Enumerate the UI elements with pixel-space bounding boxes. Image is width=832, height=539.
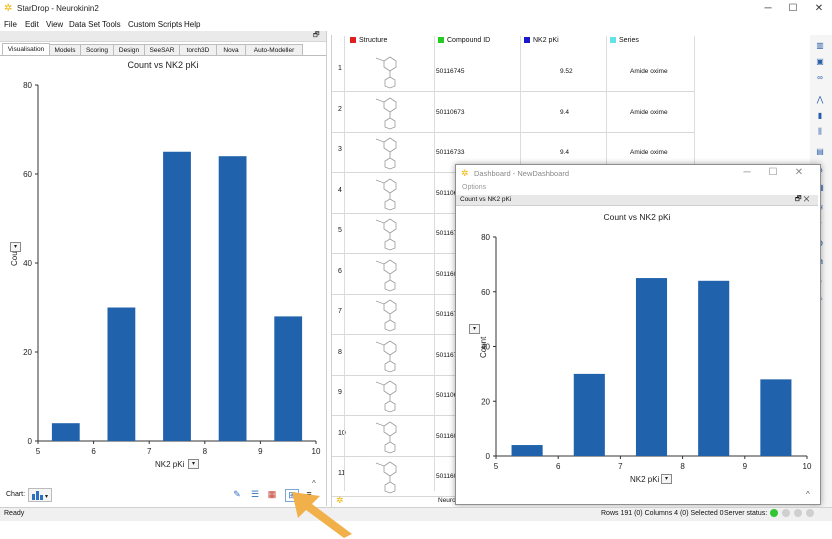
dashboard-bar[interactable] [511,445,543,456]
server-status-indicator [782,509,790,517]
dashboard-bar[interactable] [635,278,668,456]
status-ready: Ready [4,510,25,517]
annotation-arrow-icon [292,492,352,538]
dashboard-y-tick-label: 80 [481,233,490,242]
dashboard-x-tick-label: 8 [680,462,685,471]
dashboard-x-axis-dropdown[interactable]: ▾ [661,474,672,484]
dashboard-y-axis-dropdown[interactable]: ▾ [469,324,480,334]
dashboard-x-tick-label: 9 [743,462,748,471]
server-status-label: Server status: [724,510,768,517]
dashboard-y-tick-label: 60 [481,288,490,297]
dashboard-x-tick-label: 10 [803,462,812,471]
dashboard-bar[interactable] [760,379,792,456]
dashboard-y-axis-label: Count [479,336,488,358]
dashboard-histogram-chart[interactable]: 0204060805 6 7 8 9 10 [0,0,832,500]
dashboard-y-tick-label: 20 [481,397,490,406]
dashboard-x-axis-label: NK2 pKi [630,475,660,484]
dashboard-x-tick-label: 7 [618,462,623,471]
dashboard-bar[interactable] [698,280,730,456]
scroll-up-icon[interactable]: ^ [806,490,810,499]
server-status-indicator [794,509,802,517]
dashboard-bar[interactable] [573,373,605,456]
status-rows: Rows 191 (0) Columns 4 (0) Selected 0 [601,510,724,517]
dashboard-x-tick-label: 6 [556,462,561,471]
dashboard-x-tick-label: 5 [494,462,499,471]
server-status-indicator [806,509,814,517]
server-status-indicator [770,509,778,517]
dashboard-y-tick-label: 0 [486,452,491,461]
